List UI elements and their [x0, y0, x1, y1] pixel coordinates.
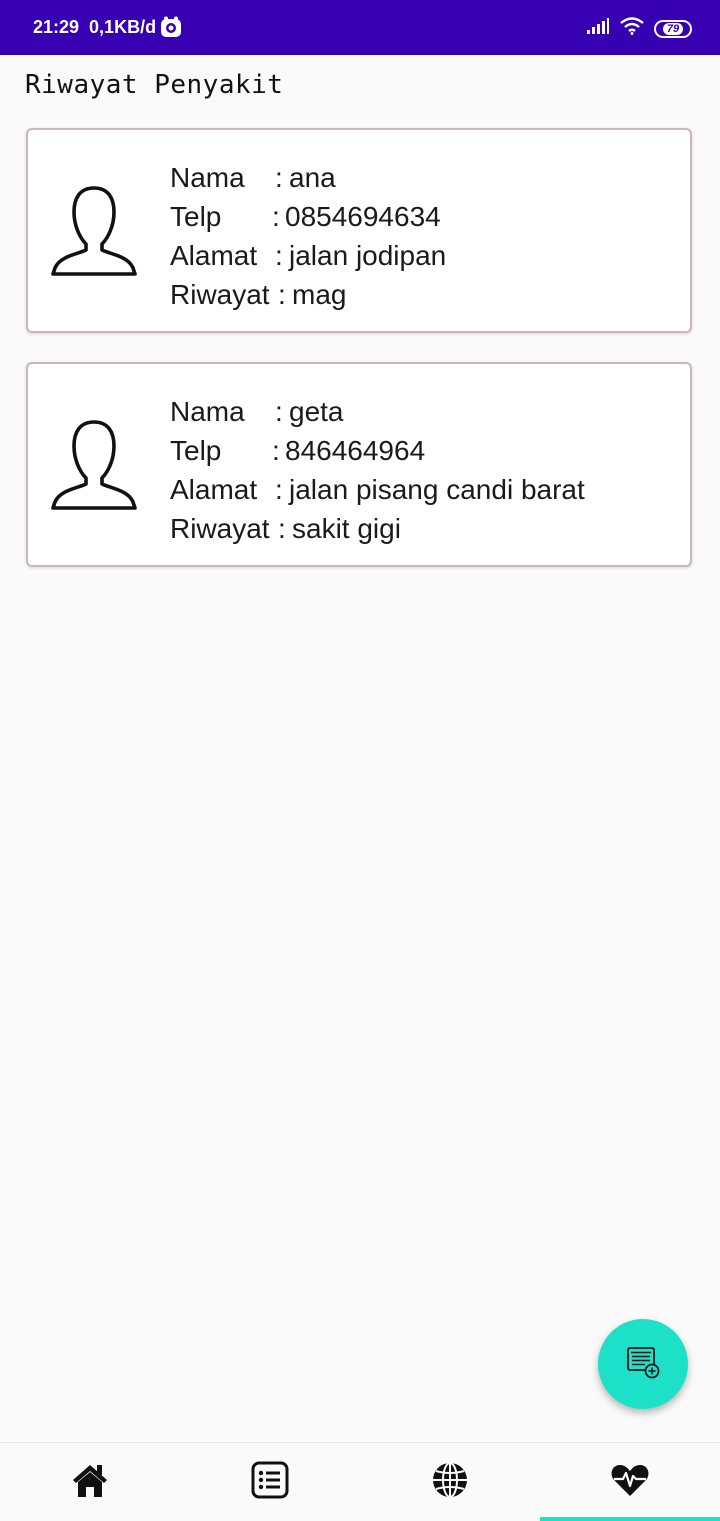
alamat-label: Alamat — [170, 240, 258, 271]
alamat-value: jalan jodipan — [289, 240, 447, 271]
record-info: Nama : geta Telp : 846464964 Alamat : ja… — [170, 392, 585, 548]
nama-label: Nama — [170, 396, 245, 427]
separator: : — [272, 435, 280, 466]
notification-app-icon — [160, 16, 182, 38]
separator: : — [275, 240, 283, 271]
nama-value: ana — [289, 162, 336, 193]
nama-label: Nama — [170, 162, 245, 193]
battery-level: 79 — [662, 22, 684, 35]
separator: : — [278, 513, 286, 544]
status-right: 79 — [586, 17, 692, 40]
person-avatar-icon — [50, 416, 138, 512]
riwayat-value: mag — [292, 279, 347, 310]
network-speed: 0,1KB/d — [89, 16, 157, 37]
telp-row: Telp : 0854694634 — [170, 197, 441, 236]
telp-value: 846464964 — [285, 435, 426, 466]
riwayat-label: Riwayat — [170, 513, 270, 544]
person-avatar-icon — [50, 182, 138, 278]
nav-globe[interactable] — [360, 1443, 540, 1521]
separator: : — [275, 474, 283, 505]
riwayat-value: sakit gigi — [292, 513, 401, 544]
alamat-value: jalan pisang candi barat — [289, 474, 585, 505]
nama-row: Nama : geta — [170, 392, 344, 431]
status-bar: 21:29 0,1KB/d 79 — [0, 0, 720, 55]
separator: : — [272, 201, 280, 232]
battery-icon: 79 — [654, 19, 692, 38]
record-info: Nama : ana Telp : 0854694634 Alamat : ja… — [170, 158, 446, 314]
heartbeat-icon — [610, 1462, 650, 1503]
record-card[interactable]: Nama : geta Telp : 846464964 Alamat : ja… — [26, 362, 692, 567]
page-title: Riwayat Penyakit — [25, 70, 284, 100]
signal-icon — [586, 18, 610, 39]
add-note-icon — [625, 1344, 661, 1385]
alamat-row: Alamat : jalan pisang candi barat — [170, 470, 585, 509]
riwayat-row: Riwayat : sakit gigi — [170, 509, 401, 548]
nav-health-history[interactable] — [540, 1443, 720, 1521]
telp-value: 0854694634 — [285, 201, 441, 232]
bottom-navigation — [0, 1442, 720, 1521]
telp-label: Telp — [170, 201, 222, 232]
active-tab-indicator — [540, 1517, 720, 1521]
nav-home[interactable] — [0, 1443, 180, 1521]
wifi-icon — [620, 17, 644, 40]
globe-icon — [430, 1460, 470, 1505]
nav-list[interactable] — [180, 1443, 360, 1521]
alamat-row: Alamat : jalan jodipan — [170, 236, 446, 275]
telp-label: Telp — [170, 435, 222, 466]
separator: : — [275, 396, 283, 427]
riwayat-label: Riwayat — [170, 279, 270, 310]
home-icon — [70, 1460, 110, 1505]
separator: : — [275, 162, 283, 193]
nama-row: Nama : ana — [170, 158, 336, 197]
separator: : — [278, 279, 286, 310]
add-record-button[interactable] — [598, 1319, 688, 1409]
status-time: 21:29 — [33, 16, 80, 37]
status-left: 21:29 0,1KB/d — [33, 16, 182, 38]
list-icon — [250, 1460, 290, 1505]
record-card[interactable]: Nama : ana Telp : 0854694634 Alamat : ja… — [26, 128, 692, 333]
telp-row: Telp : 846464964 — [170, 431, 425, 470]
alamat-label: Alamat — [170, 474, 258, 505]
riwayat-row: Riwayat : mag — [170, 275, 346, 314]
nama-value: geta — [289, 396, 344, 427]
